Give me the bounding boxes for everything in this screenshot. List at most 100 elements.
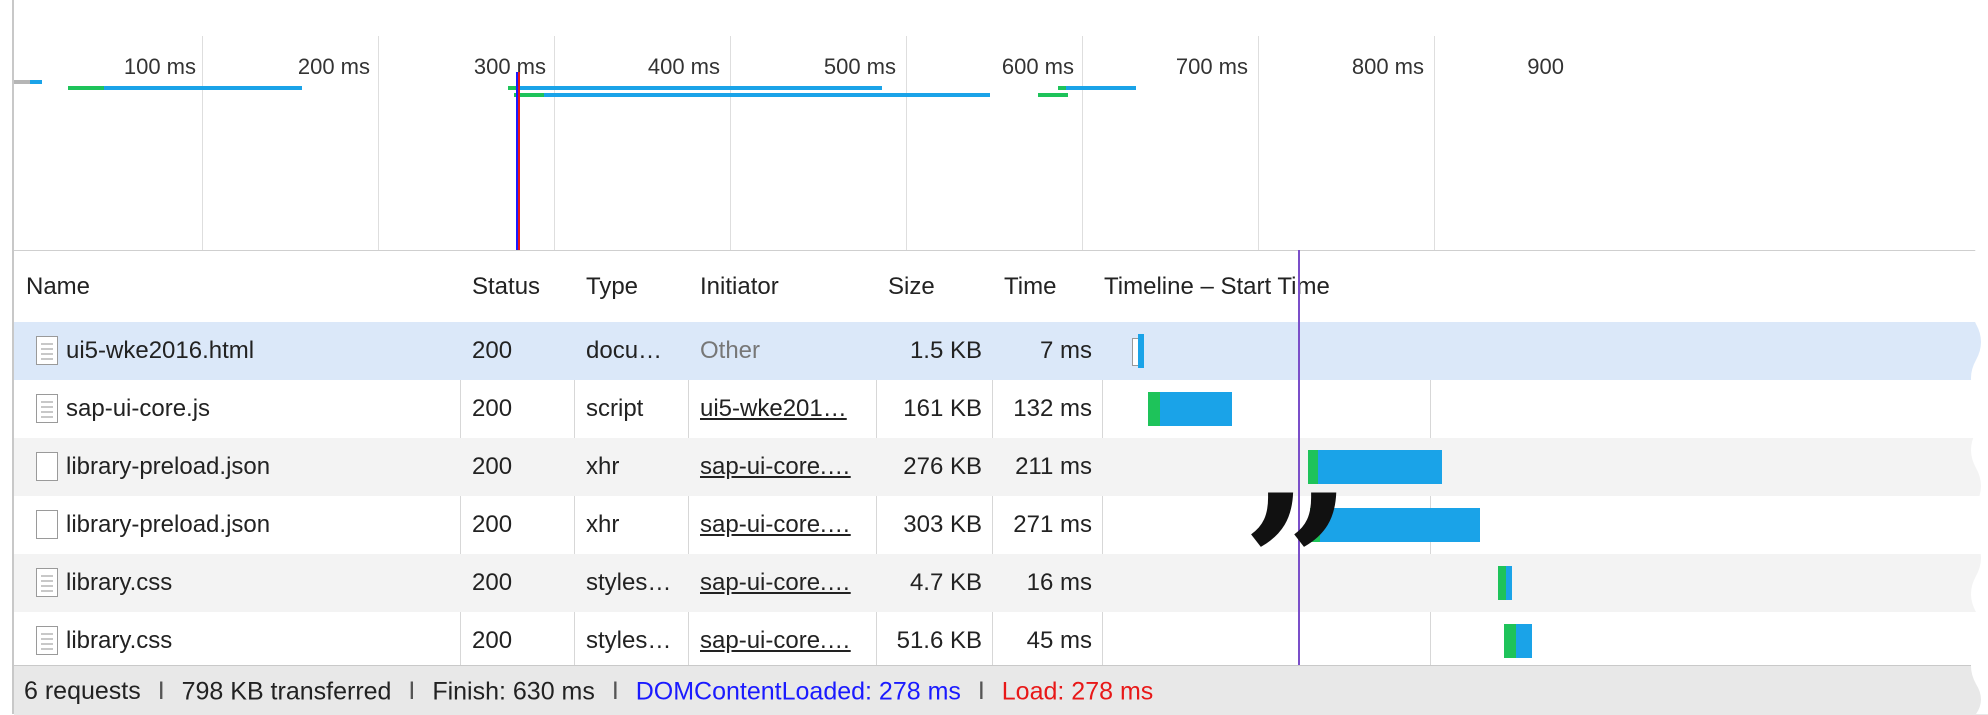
overview-gridline bbox=[906, 36, 907, 250]
overview-tick-label: 700 ms bbox=[1175, 54, 1248, 79]
request-size: 4.7 KB bbox=[909, 569, 982, 596]
overview-gridline bbox=[1434, 36, 1435, 250]
request-initiator-link[interactable]: sap-ui-core.… bbox=[700, 554, 874, 612]
overview-tick-label: 300 ms bbox=[473, 54, 546, 79]
table-row[interactable]: library-preload.json 200 xhr sap-ui-core… bbox=[14, 496, 1988, 554]
request-status: 200 bbox=[472, 337, 513, 364]
waterfall-waiting-bar bbox=[1504, 624, 1516, 658]
overview-request-bar bbox=[520, 86, 882, 90]
request-type: script bbox=[586, 395, 644, 422]
requests-count: 6 requests bbox=[24, 677, 141, 706]
column-header-size[interactable]: Size bbox=[876, 251, 992, 323]
blank-file-icon bbox=[36, 452, 58, 481]
waterfall-receiving-bar bbox=[1160, 392, 1232, 426]
overview-request-bar bbox=[1038, 93, 1068, 97]
overview-gridline bbox=[1258, 36, 1259, 250]
request-size: 161 KB bbox=[903, 395, 982, 422]
finish-time: Finish: 630 ms bbox=[432, 677, 595, 706]
request-status: 200 bbox=[472, 395, 513, 422]
request-name[interactable]: library-preload.json bbox=[66, 496, 456, 554]
request-name[interactable]: ui5-wke2016.html bbox=[66, 322, 456, 380]
document-icon bbox=[36, 336, 58, 365]
request-size: 51.6 KB bbox=[896, 627, 982, 654]
overview-request-bar bbox=[544, 93, 990, 97]
request-initiator-link[interactable]: ui5-wke201… bbox=[700, 380, 874, 438]
stylesheet-file-icon bbox=[36, 568, 58, 597]
request-name[interactable]: sap-ui-core.js bbox=[66, 380, 456, 438]
dom-content-loaded-time: DOMContentLoaded: 278 ms bbox=[635, 677, 961, 706]
stylesheet-file-icon bbox=[36, 626, 58, 655]
torn-edge-right bbox=[1971, 0, 1988, 714]
waterfall-receiving-bar bbox=[1138, 334, 1144, 368]
quote-mark-icon: ” bbox=[1242, 453, 1352, 676]
overview-request-bar bbox=[68, 86, 104, 90]
column-header-time[interactable]: Time bbox=[992, 251, 1102, 323]
waterfall-waiting-bar bbox=[1498, 566, 1506, 600]
separator: I bbox=[408, 677, 416, 706]
network-overview[interactable]: 100 ms 200 ms 300 ms 400 ms 500 ms 600 m… bbox=[14, 0, 1988, 250]
load-time: Load: 278 ms bbox=[1001, 677, 1154, 706]
request-type: styles… bbox=[586, 569, 672, 596]
waterfall-waiting-bar bbox=[1148, 392, 1160, 426]
request-time: 45 ms bbox=[1026, 627, 1092, 654]
request-initiator-link[interactable]: sap-ui-core.… bbox=[700, 496, 874, 554]
script-file-icon bbox=[36, 394, 58, 423]
transferred-size: 798 KB transferred bbox=[181, 677, 392, 706]
column-header-type[interactable]: Type bbox=[574, 251, 688, 323]
load-marker bbox=[518, 72, 520, 250]
table-row[interactable]: library-preload.json 200 xhr sap-ui-core… bbox=[14, 438, 1988, 496]
overview-request-bar bbox=[1058, 86, 1066, 90]
separator: I bbox=[157, 677, 165, 706]
separator: I bbox=[977, 677, 985, 706]
request-status: 200 bbox=[472, 511, 513, 538]
table-header: Name Status Type Initiator Size Time Tim… bbox=[14, 250, 1988, 324]
network-summary-bar: 6 requests I 798 KB transferred I Finish… bbox=[14, 665, 1988, 715]
request-size: 1.5 KB bbox=[909, 337, 982, 364]
overview-gridline bbox=[730, 36, 731, 250]
overview-gridline bbox=[202, 36, 203, 250]
request-status: 200 bbox=[472, 569, 513, 596]
overview-request-bar bbox=[14, 80, 30, 84]
request-time: 271 ms bbox=[1013, 511, 1092, 538]
column-header-initiator[interactable]: Initiator bbox=[688, 251, 876, 323]
request-time: 132 ms bbox=[1013, 395, 1092, 422]
request-type: styles… bbox=[586, 627, 672, 654]
overview-tick-label: 800 ms bbox=[1351, 54, 1424, 79]
request-initiator: Other bbox=[700, 337, 761, 364]
table-row[interactable]: sap-ui-core.js 200 script ui5-wke201… 16… bbox=[14, 380, 1988, 438]
table-row[interactable]: ui5-wke2016.html 200 docu… Other 1.5 KB … bbox=[14, 322, 1988, 380]
overview-gridline bbox=[554, 36, 555, 250]
column-header-status[interactable]: Status bbox=[460, 251, 574, 323]
request-name[interactable]: library.css bbox=[66, 554, 456, 612]
overview-tick-label: 400 ms bbox=[647, 54, 720, 79]
table-row[interactable]: library.css 200 styles… sap-ui-core.… 4.… bbox=[14, 554, 1988, 612]
network-panel: 100 ms 200 ms 300 ms 400 ms 500 ms 600 m… bbox=[12, 0, 1988, 715]
overview-tick-label: 500 ms bbox=[823, 54, 896, 79]
overview-tick-label: 100 ms bbox=[123, 54, 196, 79]
request-name[interactable]: library.css bbox=[66, 612, 456, 670]
request-time: 16 ms bbox=[1026, 569, 1092, 596]
overview-request-bar bbox=[30, 80, 42, 84]
overview-gridline bbox=[378, 36, 379, 250]
request-initiator-link[interactable]: sap-ui-core.… bbox=[700, 438, 874, 496]
request-size: 276 KB bbox=[903, 453, 982, 480]
overview-tick-label: 600 ms bbox=[1001, 54, 1074, 79]
request-time: 211 ms bbox=[1015, 453, 1092, 480]
overview-request-bar bbox=[1066, 86, 1136, 90]
overview-request-bar bbox=[104, 86, 302, 90]
request-initiator-link[interactable]: sap-ui-core.… bbox=[700, 612, 874, 670]
column-header-name[interactable]: Name bbox=[14, 251, 460, 323]
overview-tick-label: 200 ms bbox=[297, 54, 370, 79]
request-size: 303 KB bbox=[903, 511, 982, 538]
request-time: 7 ms bbox=[1039, 337, 1092, 364]
request-type: xhr bbox=[586, 511, 620, 538]
request-status: 200 bbox=[472, 627, 513, 654]
request-name[interactable]: library-preload.json bbox=[66, 438, 456, 496]
request-type: xhr bbox=[586, 453, 620, 480]
waterfall-receiving-bar bbox=[1506, 566, 1512, 600]
waterfall-receiving-bar bbox=[1516, 624, 1532, 658]
separator: I bbox=[611, 677, 619, 706]
request-type: docu… bbox=[586, 337, 663, 364]
column-header-timeline[interactable]: Timeline – Start Time bbox=[1102, 251, 1430, 323]
table-row[interactable]: library.css 200 styles… sap-ui-core.… 51… bbox=[14, 612, 1988, 670]
